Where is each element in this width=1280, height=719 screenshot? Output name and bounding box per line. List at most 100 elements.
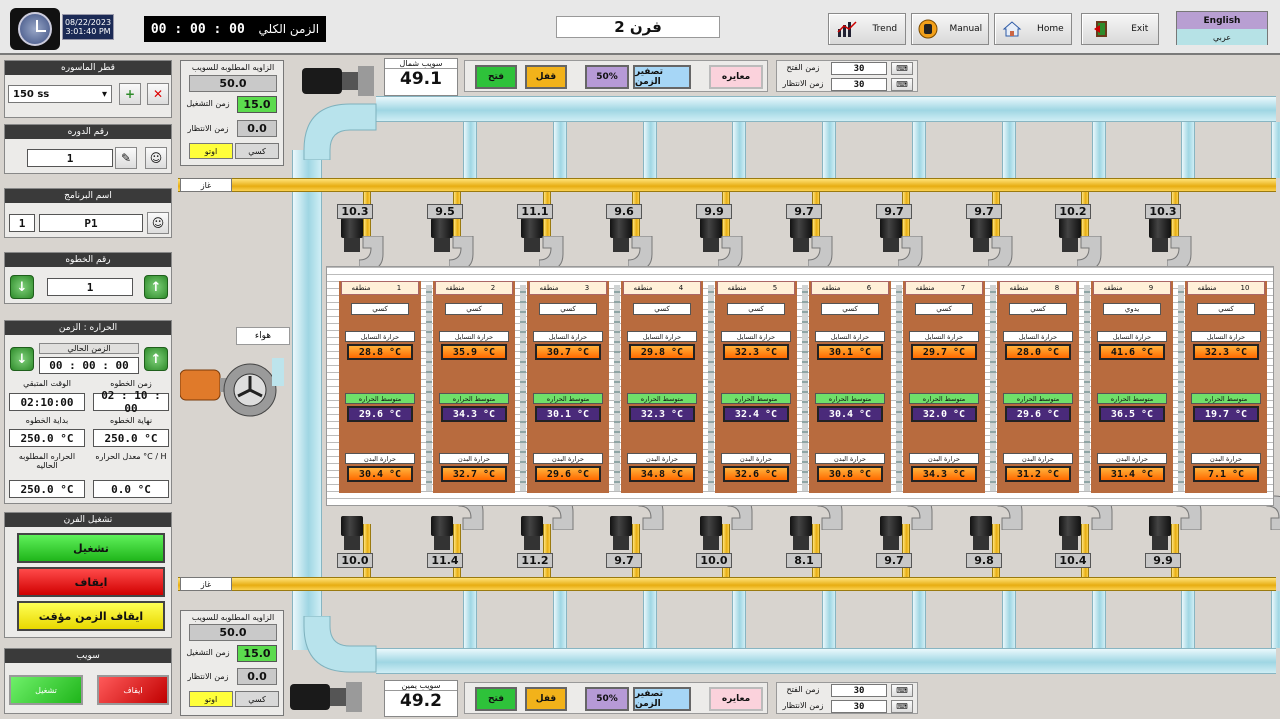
zone-divider bbox=[426, 285, 432, 491]
top-open-button[interactable]: فتح bbox=[475, 65, 517, 89]
bottom-wait-time-field[interactable]: 0.0 bbox=[237, 668, 277, 685]
top-percent-button[interactable]: 50% bbox=[585, 65, 629, 89]
bottom-manual-button[interactable]: كسي bbox=[235, 691, 279, 707]
program-number-field[interactable]: 1 bbox=[9, 214, 35, 232]
zone-word: منطقه bbox=[915, 284, 935, 292]
bottom-wait-time2-field[interactable]: 30 bbox=[831, 700, 887, 713]
top-wait-time-field[interactable]: 0.0 bbox=[237, 120, 277, 137]
bottom-percent-button[interactable]: 50% bbox=[585, 687, 629, 711]
oven-stop-button[interactable]: ايقاف bbox=[17, 567, 165, 597]
top-open-time-icon[interactable]: ⌨ bbox=[891, 62, 913, 75]
step-number-field[interactable]: 1 bbox=[47, 278, 133, 296]
air-drop-pipe bbox=[463, 591, 477, 648]
ceiling-temp-value: 30.7 °C bbox=[535, 344, 601, 360]
zone-number: 3 bbox=[584, 284, 590, 292]
exit-button[interactable]: Exit bbox=[1081, 13, 1159, 45]
trend-button[interactable]: Trend bbox=[828, 13, 906, 45]
top-open-time-label: زمن الفتح bbox=[786, 63, 820, 72]
top-manual-button[interactable]: كسي bbox=[235, 143, 279, 159]
zone-divider bbox=[614, 285, 620, 491]
zone-mode[interactable]: كسي bbox=[1009, 303, 1067, 315]
zone-mode[interactable]: كسي bbox=[445, 303, 503, 315]
air-drop-pipe bbox=[553, 591, 567, 648]
zone-mode[interactable]: كسي bbox=[727, 303, 785, 315]
bottom-required-angle-field[interactable]: 50.0 bbox=[189, 624, 277, 641]
top-on-time-field[interactable]: 15.0 bbox=[237, 96, 277, 113]
time-up-button[interactable]: ↑ bbox=[144, 347, 168, 371]
zone-mode[interactable]: يدوي bbox=[1103, 303, 1161, 315]
avg-temp-label: متوسط الحراره bbox=[1191, 393, 1261, 404]
users-cycle-button[interactable]: ☺ bbox=[145, 147, 167, 169]
top-auto-button[interactable]: اوتو bbox=[189, 143, 233, 159]
top-required-angle-field[interactable]: 50.0 bbox=[189, 75, 277, 92]
step-start-field[interactable]: 250.0 °C bbox=[9, 429, 85, 447]
zone-divider bbox=[1178, 285, 1184, 491]
zone-mode[interactable]: كسي bbox=[915, 303, 973, 315]
time-down-button[interactable]: ↓ bbox=[10, 347, 34, 371]
zone-number: 2 bbox=[490, 284, 496, 292]
bottom-open-button[interactable]: فتح bbox=[475, 687, 517, 711]
top-wait-time2-field[interactable]: 30 bbox=[831, 78, 887, 91]
english-button[interactable]: English bbox=[1177, 12, 1267, 29]
bottom-required-angle-label: الزاويه المطلوبه للسويب bbox=[191, 613, 275, 622]
top-wait-time-label: زمن الانتظار bbox=[187, 124, 229, 133]
home-button[interactable]: Home bbox=[994, 13, 1072, 45]
gas-label-bottom: غاز bbox=[180, 577, 232, 591]
arrow-down-icon: ↓ bbox=[16, 351, 28, 367]
zone-mode[interactable]: كسي bbox=[821, 303, 879, 315]
body-temp-label: حرارة البدن bbox=[1097, 453, 1167, 464]
temp-time-title: الحراره : الزمن bbox=[5, 321, 171, 335]
bottom-open-time-icon[interactable]: ⌨ bbox=[891, 684, 913, 697]
edit-cycle-button[interactable]: ✎ bbox=[115, 147, 137, 169]
bottom-auto-button[interactable]: اوتو bbox=[189, 691, 233, 707]
burner-top-value: 11.1 bbox=[517, 204, 553, 219]
bottom-open-time-field[interactable]: 30 bbox=[831, 684, 887, 697]
exit-door-icon bbox=[1092, 19, 1112, 39]
cycle-number-field[interactable]: 1 bbox=[27, 149, 113, 167]
top-wait-time2-icon[interactable]: ⌨ bbox=[891, 78, 913, 91]
bottom-on-time-field[interactable]: 15.0 bbox=[237, 645, 277, 662]
remaining-label: الوقت المتبقي bbox=[23, 379, 71, 388]
swing-title: سويب bbox=[5, 649, 171, 663]
arrow-down-icon: ↓ bbox=[16, 279, 28, 295]
step-down-button[interactable]: ↓ bbox=[10, 275, 34, 299]
top-swing-display: سويب شمال 49.1 bbox=[384, 58, 458, 96]
swing-run-button[interactable]: تشغيل bbox=[9, 675, 83, 705]
top-reset-time-button[interactable]: تصفير الزمن bbox=[633, 65, 691, 89]
bottom-swing-display: سويب يمين 49.2 bbox=[384, 680, 458, 717]
oven-start-button[interactable]: تشغيل bbox=[17, 533, 165, 563]
top-close-button[interactable]: قفل bbox=[525, 65, 567, 89]
gas-drop-pipe bbox=[812, 524, 820, 577]
add-pipe-button[interactable]: + bbox=[119, 83, 141, 105]
arabic-button[interactable]: عربي bbox=[1177, 29, 1267, 45]
program-name-field[interactable]: P1 bbox=[39, 214, 143, 232]
burner-bottom-value: 11.4 bbox=[427, 553, 463, 568]
program-select-button[interactable]: ☺ bbox=[147, 212, 169, 234]
oven-pause-button[interactable]: ايقاف الزمن مؤقت bbox=[17, 601, 165, 631]
zone-header: منطقه 9 bbox=[1093, 281, 1171, 295]
pipe-diameter-select[interactable]: 150 ss ▾ bbox=[8, 85, 112, 103]
zone-mode[interactable]: كسي bbox=[1197, 303, 1255, 315]
bottom-close-button[interactable]: قفل bbox=[525, 687, 567, 711]
step-number-title: رقم الخطوه bbox=[5, 253, 171, 267]
swing-stop-button[interactable]: ايقاف bbox=[97, 675, 169, 705]
zone-mode[interactable]: كسي bbox=[351, 303, 409, 315]
zone-word: منطقه bbox=[633, 284, 653, 292]
top-required-angle-label: الزاويه المطلوبه للسويب bbox=[191, 63, 275, 72]
body-temp-value: 32.7 °C bbox=[441, 466, 507, 482]
bottom-wait-time2-icon[interactable]: ⌨ bbox=[891, 700, 913, 713]
gas-drop-pipe bbox=[363, 524, 371, 577]
delete-pipe-button[interactable]: ✕ bbox=[147, 83, 169, 105]
burner-bottom-icon bbox=[880, 516, 902, 550]
bottom-calibration-button[interactable]: معايره bbox=[709, 687, 763, 711]
step-time-field[interactable]: 02 : 10 : 00 bbox=[93, 389, 169, 415]
manual-button[interactable]: Manual bbox=[911, 13, 989, 45]
top-calibration-button[interactable]: معايره bbox=[709, 65, 763, 89]
zone-mode[interactable]: كسي bbox=[539, 303, 597, 315]
step-up-button[interactable]: ↑ bbox=[144, 275, 168, 299]
body-temp-label: حرارة البدن bbox=[1003, 453, 1073, 464]
step-end-field[interactable]: 250.0 °C bbox=[93, 429, 169, 447]
bottom-reset-time-button[interactable]: تصفير الزمن bbox=[633, 687, 691, 711]
top-open-time-field[interactable]: 30 bbox=[831, 62, 887, 75]
zone-mode[interactable]: كسي bbox=[633, 303, 691, 315]
